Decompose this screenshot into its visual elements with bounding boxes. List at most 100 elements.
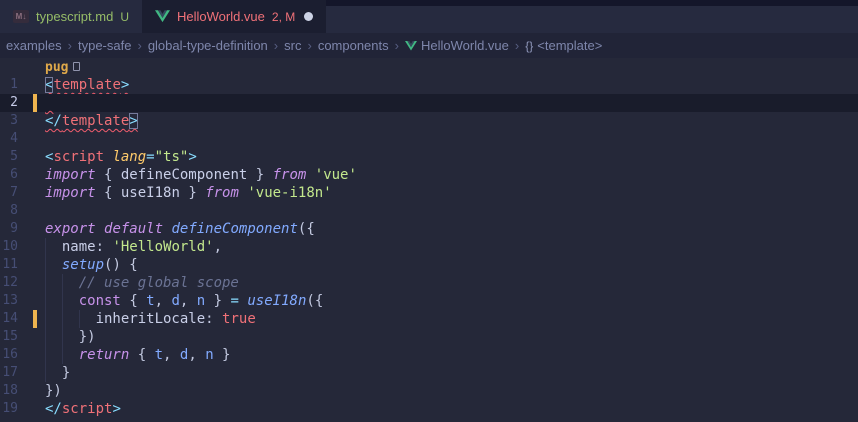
code-token: default [104,221,163,237]
tab-helloworld-vue[interactable]: HelloWorld.vue 2, M [142,0,326,33]
code-line-content[interactable]: }) [45,328,858,346]
breadcrumb-label: HelloWorld.vue [421,38,509,53]
breadcrumb-label: src [284,38,301,53]
gutter-cell[interactable]: 18 [0,382,45,400]
git-status-badge: U [120,10,129,24]
breadcrumb-label: global-type-definition [148,38,268,53]
tab-typescript-md[interactable]: M↓ typescript.md U [0,0,142,33]
line-number: 11 [2,256,18,274]
line-number: 7 [10,184,18,202]
gutter-cell[interactable]: 17 [0,364,45,382]
code-token: "ts" [155,149,189,165]
code-editor[interactable]: pug1<template>2 3</template> 45<script la… [0,58,858,422]
code-token [45,257,62,273]
gutter-cell[interactable]: 7 [0,184,45,202]
code-line-content[interactable]: setup() { [45,256,858,274]
code-token: } [205,293,222,309]
code-line-content[interactable]: const { t, d, n } = useI18n({ [45,292,858,310]
code-token: ({ [306,293,323,309]
editor-line: 6import { defineComponent } from 'vue' [0,166,858,184]
breadcrumb-item[interactable]: global-type-definition [146,38,270,53]
code-line-content[interactable]: return { t, d, n } [45,346,858,364]
vue-logo-icon [405,40,417,52]
code-token: setup [62,257,104,273]
unsaved-changes-icon[interactable] [304,12,313,21]
gutter-cell[interactable]: 19 [0,400,45,418]
breadcrumb-item[interactable]: src [282,38,303,53]
code-token: = [231,293,239,309]
code-token: d [171,293,179,309]
breadcrumb-item[interactable]: components [316,38,391,53]
gutter-cell[interactable] [0,58,45,76]
code-token: , [163,347,180,363]
code-token [96,221,104,237]
code-line-content[interactable]: <script lang="ts"> [45,148,858,166]
editor-line: 17 } [0,364,858,382]
gutter-cell[interactable]: 6 [0,166,45,184]
matching-bracket-highlight: > [129,113,137,129]
inlay-checkbox-icon[interactable] [73,62,80,71]
code-line-content[interactable]: } [45,364,858,382]
code-line-content[interactable] [45,202,858,220]
gutter-cell[interactable]: 13 [0,292,45,310]
line-number: 14 [2,310,18,328]
gutter-cell[interactable]: 11 [0,256,45,274]
chevron-right-icon: › [270,38,282,53]
editor-line: 19</script> [0,400,858,418]
code-token: { [96,185,121,201]
code-line-content[interactable]: export default defineComponent({ [45,220,858,238]
indent-guide [45,328,46,346]
gutter-cell[interactable]: 14 [0,310,45,328]
code-token: } [62,365,70,381]
gutter-cell[interactable]: 3 [0,112,45,130]
code-line-content[interactable]: }) [45,382,858,400]
code-line-content[interactable]: </template> [45,112,858,130]
gutter-cell[interactable]: 15 [0,328,45,346]
code-line-content[interactable]: // use global scope [45,274,858,292]
code-token [129,347,137,363]
gutter-cell[interactable]: 1 [0,76,45,94]
breadcrumb-item[interactable]: HelloWorld.vue [403,38,511,53]
gutter-cell[interactable]: 8 [0,202,45,220]
editor-line: 14 inheritLocale: true [0,310,858,328]
breadcrumb-item[interactable]: examples [4,38,64,53]
pug-convert-hint[interactable]: pug [45,60,68,75]
editor-line: 10 name: 'HelloWorld', [0,238,858,256]
git-modified-marker[interactable] [33,94,37,112]
code-token: () { [104,257,138,273]
gutter-cell[interactable]: 10 [0,238,45,256]
indent-guide [62,292,63,310]
code-lines: pug1<template>2 3</template> 45<script la… [0,58,858,418]
code-line-content[interactable]: import { defineComponent } from 'vue' [45,166,858,184]
code-line-content[interactable]: pug [45,58,858,76]
editor-line: 1<template> [0,76,858,94]
editor-line: 8 [0,202,858,220]
line-number: 8 [10,202,18,220]
editor-line: 9export default defineComponent({ [0,220,858,238]
gutter-cell[interactable]: 2 [0,94,45,112]
code-line-content[interactable]: </script> [45,400,858,418]
code-line-content[interactable]: inheritLocale: true [45,310,858,328]
code-line-content[interactable]: import { useI18n } from 'vue-i18n' [45,184,858,202]
gutter-cell[interactable]: 12 [0,274,45,292]
code-token: > [121,77,129,93]
breadcrumb-label: type-safe [78,38,131,53]
breadcrumb-item[interactable]: type-safe [76,38,133,53]
git-modified-marker[interactable] [33,310,37,328]
code-token: } [247,167,272,183]
chevron-right-icon: › [133,38,145,53]
code-line-content[interactable] [45,130,858,148]
breadcrumb-item[interactable]: {}<template> [523,38,604,53]
gutter-cell[interactable]: 9 [0,220,45,238]
gutter-cell[interactable]: 5 [0,148,45,166]
code-line-content[interactable]: name: 'HelloWorld', [45,238,858,256]
code-token: }) [45,383,62,399]
gutter-cell[interactable]: 16 [0,346,45,364]
code-token: > [112,401,120,417]
line-number: 4 [10,130,18,148]
code-token: : [96,239,104,255]
editor-line: 12 // use global scope [0,274,858,292]
gutter-cell[interactable]: 4 [0,130,45,148]
code-line-content[interactable]: <template> [45,76,858,94]
code-line-content[interactable] [45,94,858,112]
